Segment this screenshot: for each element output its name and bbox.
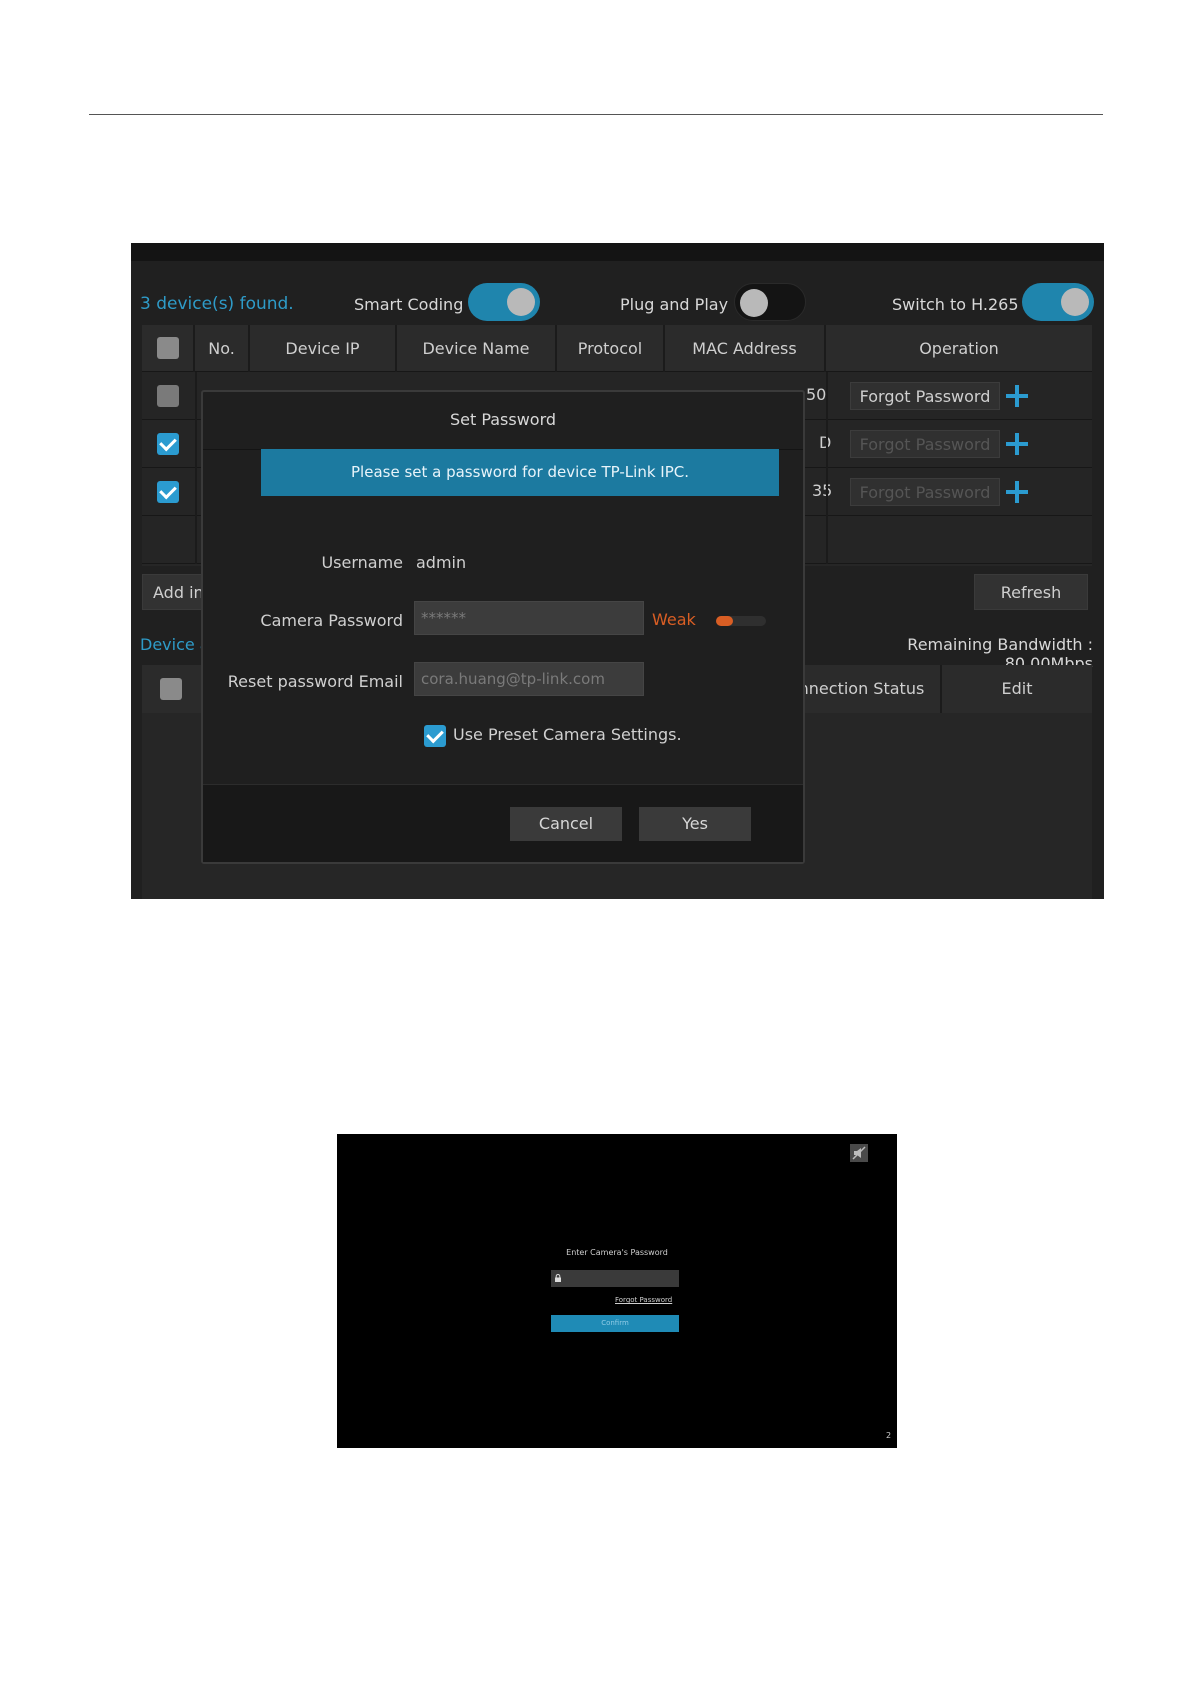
camera-password-screen: Enter Camera's Password Forgot Password … xyxy=(337,1134,897,1448)
plug-and-play-label: Plug and Play xyxy=(620,295,729,314)
dialog-title: Set Password xyxy=(203,392,803,450)
use-preset-label: Use Preset Camera Settings. xyxy=(453,725,682,744)
forgot-password-link[interactable]: Forgot Password xyxy=(615,1296,672,1304)
strength-fill xyxy=(716,616,733,626)
mac-address-fragment: 50 xyxy=(806,385,827,404)
username-value: admin xyxy=(416,553,467,572)
row-checkbox[interactable] xyxy=(157,481,179,503)
mac-address-fragment: 35 xyxy=(812,481,833,500)
toggle-knob xyxy=(740,289,768,317)
col-device-name: Device Name xyxy=(397,325,557,372)
column-divider xyxy=(195,372,197,564)
add-device-plus-icon[interactable] xyxy=(1006,433,1028,455)
use-preset-checkbox[interactable] xyxy=(424,725,446,747)
table-header: No. Device IP Device Name Protocol MAC A… xyxy=(142,325,1092,372)
info-banner: Please set a password for device TP-Link… xyxy=(261,449,779,496)
h265-label: Switch to H.265 xyxy=(892,295,1019,314)
yes-button[interactable]: Yes xyxy=(639,807,751,841)
forgot-password-button[interactable]: Forgot Password xyxy=(850,382,1000,410)
nvr-add-device-screen: 3 device(s) found. Smart Coding Plug and… xyxy=(131,243,1104,899)
col-device-ip: Device IP xyxy=(250,325,397,372)
row-checkbox[interactable] xyxy=(157,433,179,455)
lock-icon xyxy=(555,1274,561,1282)
forgot-password-button[interactable]: Forgot Password xyxy=(850,478,1000,506)
username-label: Username xyxy=(321,553,403,572)
col-no: No. xyxy=(195,325,250,372)
column-divider xyxy=(826,372,828,564)
page-divider xyxy=(89,114,1103,115)
col-operation: Operation xyxy=(919,339,999,358)
cancel-button[interactable]: Cancel xyxy=(510,807,622,841)
add-device-plus-icon[interactable] xyxy=(1006,385,1028,407)
dialog-footer: Cancel Yes xyxy=(203,784,803,862)
row-checkbox[interactable] xyxy=(157,385,179,407)
mute-icon[interactable] xyxy=(850,1144,868,1162)
set-password-dialog: Set Password Please set a password for d… xyxy=(201,390,805,864)
enter-password-label: Enter Camera's Password xyxy=(566,1248,668,1257)
h265-toggle[interactable] xyxy=(1022,283,1094,321)
col-edit: Edit xyxy=(1001,679,1033,698)
plug-and-play-toggle[interactable] xyxy=(734,283,806,321)
select-all-cell xyxy=(142,325,195,372)
camera-password-field[interactable] xyxy=(551,1270,679,1287)
camera-password-label: Camera Password xyxy=(260,611,403,630)
devices-found-label: 3 device(s) found. xyxy=(140,294,294,314)
add-device-plus-icon[interactable] xyxy=(1006,481,1028,503)
col-mac-address: MAC Address xyxy=(665,325,826,372)
page-number: 2 xyxy=(886,1431,892,1440)
select-all-added-checkbox[interactable] xyxy=(160,678,182,700)
forgot-password-button[interactable]: Forgot Password xyxy=(850,430,1000,458)
smart-coding-toggle[interactable] xyxy=(468,283,540,321)
reset-email-input[interactable]: cora.huang@tp-link.com xyxy=(414,662,644,696)
top-bar xyxy=(131,243,1104,261)
reset-email-label: Reset password Email xyxy=(227,672,403,691)
confirm-button[interactable]: Confirm xyxy=(551,1315,679,1332)
add-in-button[interactable]: Add in xyxy=(142,574,208,610)
camera-password-input[interactable]: ****** xyxy=(414,601,644,635)
select-all-checkbox[interactable] xyxy=(157,337,179,359)
col-protocol: Protocol xyxy=(557,325,665,372)
password-strength-meter xyxy=(716,616,766,626)
refresh-button[interactable]: Refresh xyxy=(974,574,1088,610)
toggle-knob xyxy=(1061,288,1089,316)
smart-coding-label: Smart Coding xyxy=(354,295,464,314)
toggle-knob xyxy=(507,288,535,316)
password-strength-label: Weak xyxy=(652,610,696,629)
device-section-label: Device a xyxy=(140,635,210,654)
